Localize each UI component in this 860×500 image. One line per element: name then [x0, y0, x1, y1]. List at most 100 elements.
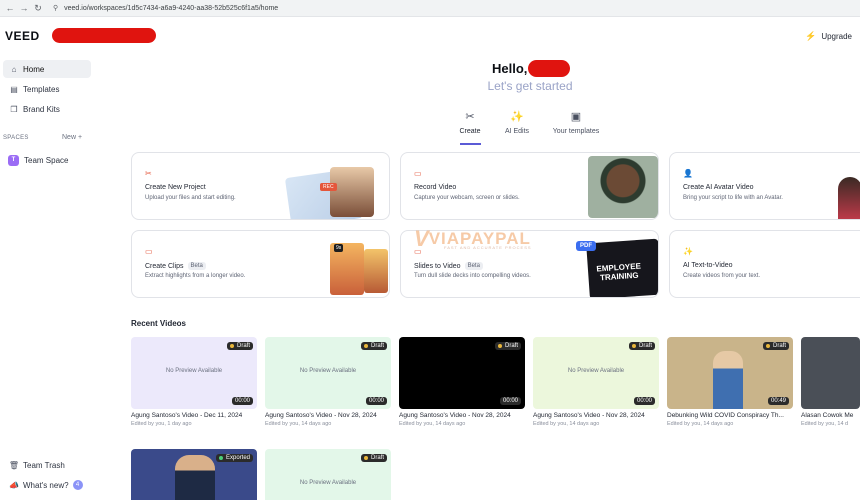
templates-icon: ▤ [10, 84, 18, 94]
watermark-tagline: FAST AND ACCURATE PROCESS [444, 245, 532, 250]
status-badge: Draft [762, 342, 789, 350]
status-dot [218, 456, 223, 460]
card-description: Upload your files and start editing. [145, 195, 236, 201]
status-dot [765, 344, 770, 348]
scissors-icon: ✂ [145, 169, 152, 178]
no-preview-text: No Preview Available [299, 368, 357, 374]
address-bar[interactable]: ⚲ veed.io/workspaces/1d5c7434-a6a9-4240-… [53, 4, 279, 13]
status-label: Draft [638, 343, 652, 349]
status-badge: Draft [226, 342, 253, 350]
video-thumbnail[interactable]: No Preview Available Draft [265, 449, 391, 500]
status-label: Draft [772, 343, 786, 349]
status-label: Exported [225, 455, 250, 461]
status-label: Draft [504, 343, 518, 349]
video-meta: Edited by you, 14 d [801, 421, 849, 427]
veed-logo[interactable]: VEED [5, 29, 40, 43]
presenter-figure [713, 351, 743, 409]
status-dot [363, 344, 368, 348]
card-title: Record Video [414, 184, 457, 191]
ai-text-to-video-card[interactable]: ✨ AI Text-to-Video Create videos from yo… [669, 230, 860, 298]
status-dot [229, 344, 234, 348]
status-dot [631, 344, 636, 348]
video-title[interactable]: Debunking Wild COVID Conspiracy Th... [667, 412, 793, 419]
card-title: Create Clips Beta [145, 262, 206, 270]
video-thumbnail[interactable]: No Preview Available Draft 00:00 [265, 337, 391, 409]
redacted-user-name [528, 60, 570, 77]
record-icon: ▭ [414, 169, 422, 178]
video-meta: Edited by you, 14 days ago [667, 421, 734, 427]
duration-badge: 00:00 [633, 397, 655, 405]
video-title[interactable]: Agung Santoso's Video - Nov 28, 2024 [399, 412, 525, 419]
sidebar-item-home[interactable]: ⌂ Home [3, 60, 91, 78]
status-dot [497, 344, 502, 348]
video-title[interactable]: Agung Santoso's Video - Dec 11, 2024 [131, 412, 257, 419]
card-title: Create New Project [145, 184, 206, 191]
url-text: veed.io/workspaces/1d5c7434-a6a9-4240-aa… [64, 4, 279, 12]
record-video-card[interactable]: ▭ Record Video Capture your webcam, scre… [400, 152, 659, 220]
create-clips-card[interactable]: ▭ Create Clips Beta Extract highlights fr… [131, 230, 390, 298]
reload-icon[interactable]: ↻ [31, 3, 45, 14]
video-thumbnail[interactable]: No Preview Available Draft 00:00 [131, 337, 257, 409]
arrow-right-icon[interactable]: → [17, 3, 31, 13]
duration-badge: 00:00 [499, 397, 521, 405]
sidebar-item-label: Team Space [24, 155, 69, 165]
megaphone-icon: 📣 [9, 480, 19, 490]
pdf-badge: PDF [576, 241, 596, 251]
clips-icon: ▭ [145, 247, 153, 256]
video-meta: Edited by you, 14 days ago [533, 421, 600, 427]
sidebar-item-team-trash[interactable]: 🗑 Team Trash [3, 456, 91, 474]
video-thumbnail[interactable]: Draft 00:49 [667, 337, 793, 409]
card-description: Turn dull slide decks into compelling vi… [414, 273, 531, 279]
status-label: Draft [370, 343, 384, 349]
lightning-icon: ⚡ [805, 31, 817, 41]
video-title[interactable]: Agung Santoso's Video - Nov 28, 2024 [265, 412, 391, 419]
sidebar-item-label: Team Trash [23, 460, 65, 470]
magic-wand-icon: ✨ [683, 247, 693, 256]
arrow-left-icon[interactable]: ← [3, 3, 17, 13]
tab-your-templates[interactable]: ▣ Your templates [541, 110, 611, 135]
no-preview-text: No Preview Available [165, 368, 223, 374]
home-icon: ⌂ [11, 64, 17, 74]
upgrade-label: Upgrade [821, 32, 852, 41]
card-description: Bring your script to life with an Avatar… [683, 195, 783, 201]
no-preview-text: No Preview Available [567, 368, 625, 374]
watermark-mark: V [414, 226, 429, 251]
video-title[interactable]: Alasan Cowok Me [801, 412, 860, 419]
video-title[interactable]: Agung Santoso's Video - Nov 28, 2024 [533, 412, 659, 419]
video-thumbnail[interactable] [801, 337, 860, 409]
create-new-project-card[interactable]: ✂ Create New Project Upload your files a… [131, 152, 390, 220]
templates-icon: ▣ [570, 111, 582, 123]
card-description: Capture your webcam, screen or slides. [414, 195, 520, 201]
sidebar-item-label: Templates [23, 84, 60, 94]
video-thumbnail[interactable]: Exported [131, 449, 257, 500]
beta-badge: Beta [187, 262, 206, 270]
project-thumbnail-photo [330, 167, 374, 217]
video-thumbnail[interactable]: No Preview Available Draft 00:00 [533, 337, 659, 409]
create-ai-avatar-card[interactable]: 👤 Create AI Avatar Video Bring your scri… [669, 152, 860, 220]
tab-label: Your templates [552, 128, 600, 135]
card-title: Create AI Avatar Video [683, 184, 754, 191]
clip-thumbnail-2 [364, 249, 388, 293]
card-title-text: Create Clips [145, 262, 184, 270]
sidebar-item-whats-new[interactable]: 📣 What's new? 4 [3, 476, 91, 494]
sidebar-item-team-space[interactable]: T Team Space [3, 151, 91, 169]
video-thumbnail[interactable]: Draft 00:00 [399, 337, 525, 409]
sidebar-item-brand-kits[interactable]: ❒ Brand Kits [3, 100, 91, 118]
card-title: AI Text-to-Video [683, 262, 733, 269]
new-space-button[interactable]: New + [62, 134, 82, 141]
rec-badge: REC [320, 183, 337, 191]
upgrade-button[interactable]: ⚡ Upgrade [805, 31, 852, 42]
card-description: Extract highlights from a longer video. [145, 273, 246, 279]
clip-duration-badge: 9s [334, 244, 344, 252]
status-badge: Draft [360, 454, 387, 462]
browser-toolbar: ← → ↻ ⚲ veed.io/workspaces/1d5c7434-a6a9… [0, 0, 860, 17]
duration-badge: 00:49 [767, 397, 789, 405]
sidebar-item-label: Brand Kits [23, 104, 60, 114]
recent-videos-heading: Recent Videos [131, 319, 186, 328]
duration-badge: 00:00 [231, 397, 253, 405]
presenter-figure [175, 455, 215, 500]
status-badge: Draft [628, 342, 655, 350]
sidebar-item-templates[interactable]: ▤ Templates [3, 80, 91, 98]
page-subtitle: Let's get started [487, 79, 573, 93]
site-info-icon[interactable]: ⚲ [53, 4, 58, 12]
